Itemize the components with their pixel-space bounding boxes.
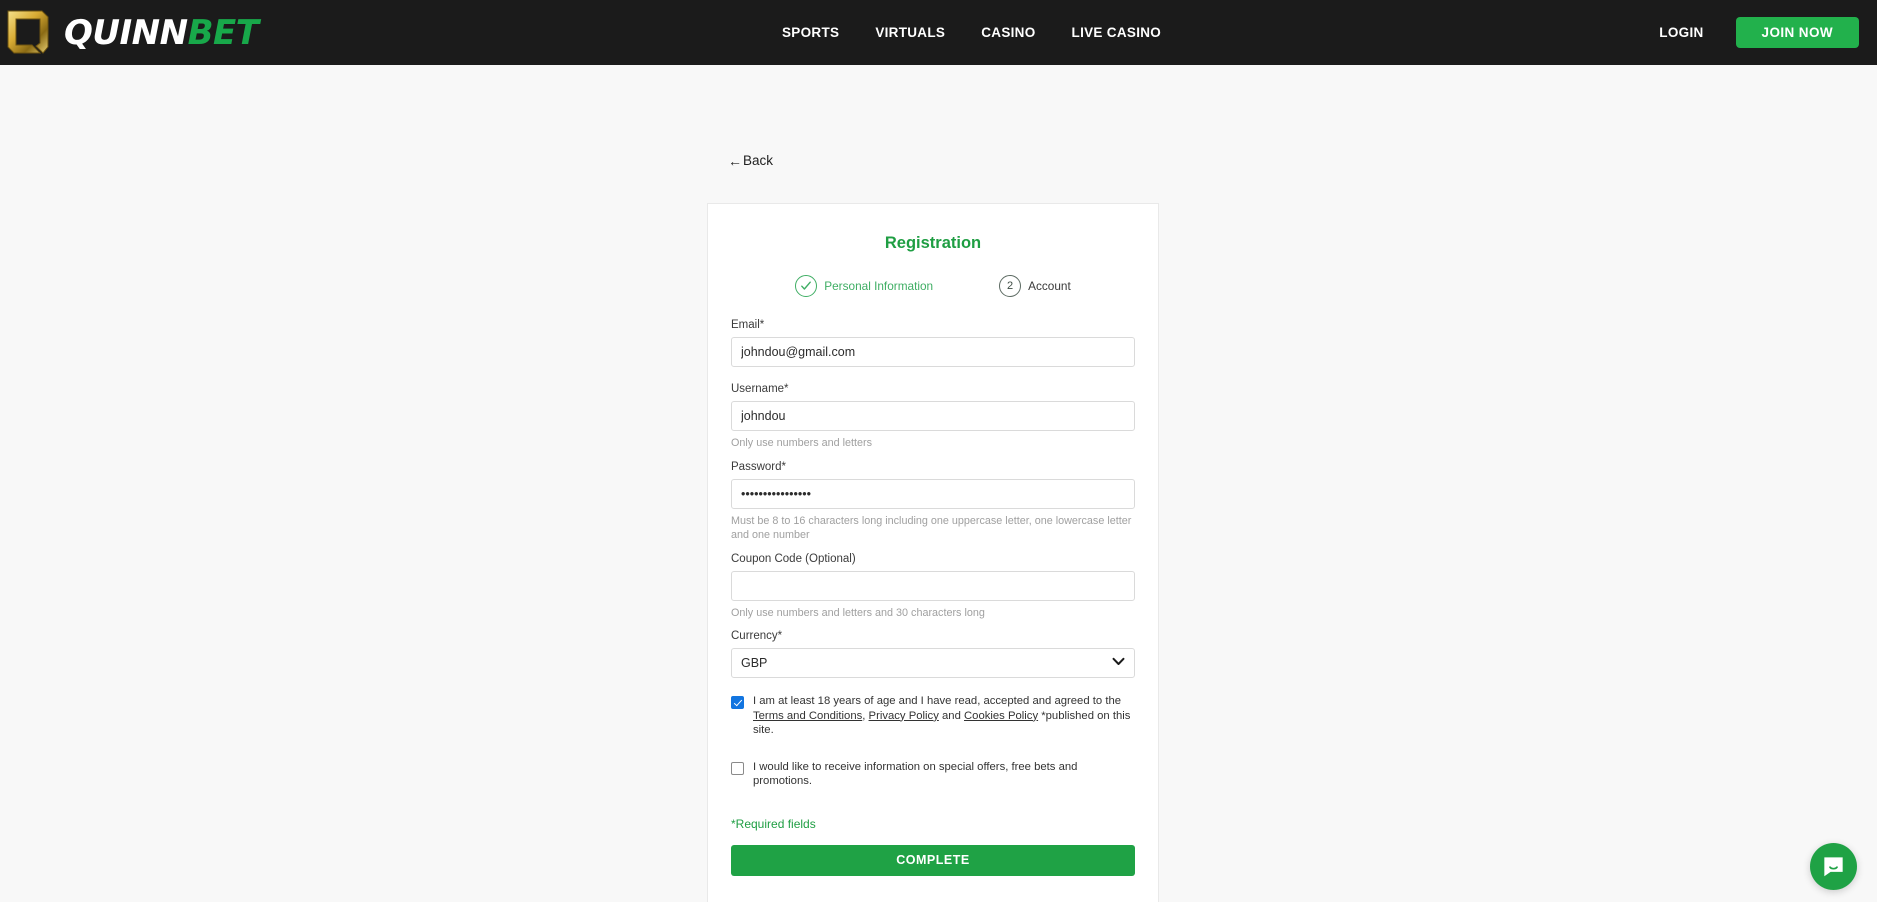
step-number-circle: 2 — [999, 275, 1022, 297]
privacy-policy-link[interactable]: Privacy Policy — [869, 710, 939, 722]
username-input[interactable] — [731, 401, 1135, 431]
age-terms-consent-row[interactable]: I am at least 18 years of age and I have… — [731, 694, 1135, 737]
terms-and-conditions-link[interactable]: Terms and Conditions — [753, 710, 862, 722]
back-label: Back — [743, 153, 774, 168]
nav-item-casino[interactable]: CASINO — [981, 25, 1035, 40]
back-link[interactable]: ← Back — [728, 153, 773, 168]
required-fields-note: *Required fields — [731, 816, 816, 831]
age-terms-text-mid2: and — [938, 709, 964, 722]
chat-bubble-icon — [1824, 857, 1843, 877]
page-body: ← Back Registration Personal Information… — [0, 65, 1877, 902]
marketing-checkbox[interactable] — [731, 761, 744, 775]
marketing-consent-row[interactable]: I would like to receive information on s… — [731, 760, 1135, 789]
username-helper-text: Only use numbers and letters — [731, 437, 873, 449]
step-label-personal-information: Personal Information — [824, 279, 934, 293]
complete-button[interactable]: COMPLETE — [731, 844, 1135, 876]
password-helper-text: Must be 8 to 16 characters long includin… — [731, 514, 1132, 542]
age-terms-text: I am at least 18 years of age and I have… — [753, 694, 1135, 737]
cookies-policy-link[interactable]: Cookies Policy — [964, 710, 1038, 722]
email-field-group: Email* — [731, 319, 1135, 367]
step-label-account: Account — [1028, 279, 1071, 293]
coupon-input[interactable] — [731, 570, 1135, 601]
username-field-group: Username* Only use numbers and letters — [731, 383, 1135, 451]
age-terms-text-before: I am at least 18 years of age and I have… — [753, 695, 1122, 708]
logo-word-bet: BET — [187, 12, 259, 53]
currency-field-group: Currency* GBP — [731, 630, 1135, 679]
currency-label: Currency* — [731, 630, 783, 643]
quinnbet-q-mark-icon — [7, 10, 49, 54]
check-icon — [801, 281, 812, 290]
password-field-group: Password* Must be 8 to 16 characters lon… — [731, 461, 1135, 543]
coupon-helper-text: Only use numbers and letters and 30 char… — [731, 606, 985, 619]
password-label: Password* — [731, 460, 786, 473]
registration-card: Registration Personal Information 2 Acco… — [707, 203, 1159, 902]
logo-word-quinn: QUINN — [64, 12, 188, 53]
nav-item-live-casino[interactable]: LIVE CASINO — [1072, 25, 1162, 40]
coupon-field-group: Coupon Code (Optional) Only use numbers … — [731, 553, 1135, 621]
currency-select[interactable]: GBP — [731, 648, 1135, 679]
username-label: Username* — [731, 383, 789, 395]
site-header: QUINNBET SPORTS VIRTUALS CASINO LIVE CAS… — [0, 0, 1877, 65]
join-now-button[interactable]: JOIN NOW — [1735, 17, 1859, 48]
step-personal-information[interactable]: Personal Information — [795, 275, 933, 297]
logo-wordmark: QUINNBET — [64, 12, 259, 53]
step-number: 2 — [1007, 279, 1014, 292]
currency-select-wrapper: GBP — [731, 648, 1135, 679]
site-logo[interactable]: QUINNBET — [0, 0, 259, 65]
page-title: Registration — [884, 234, 982, 252]
email-input[interactable] — [731, 337, 1135, 367]
main-navigation: SPORTS VIRTUALS CASINO LIVE CASINO — [782, 0, 1161, 65]
header-actions: LOGIN JOIN NOW — [1649, 0, 1859, 65]
nav-item-sports[interactable]: SPORTS — [782, 25, 839, 40]
marketing-consent-text: I would like to receive information on s… — [753, 760, 1078, 788]
email-label: Email* — [731, 319, 765, 331]
step-indicator: Personal Information 2 Account — [731, 275, 1135, 297]
password-input[interactable] — [731, 478, 1135, 509]
step-account[interactable]: 2 Account — [999, 275, 1071, 297]
login-button[interactable]: LOGIN — [1649, 19, 1713, 46]
chat-launcher-button[interactable] — [1810, 843, 1857, 890]
coupon-label: Coupon Code (Optional) — [731, 552, 856, 565]
arrow-left-icon: ← — [728, 152, 742, 169]
nav-item-virtuals[interactable]: VIRTUALS — [875, 25, 945, 40]
check-circle-icon — [795, 275, 818, 297]
age-terms-checkbox[interactable] — [731, 696, 744, 710]
